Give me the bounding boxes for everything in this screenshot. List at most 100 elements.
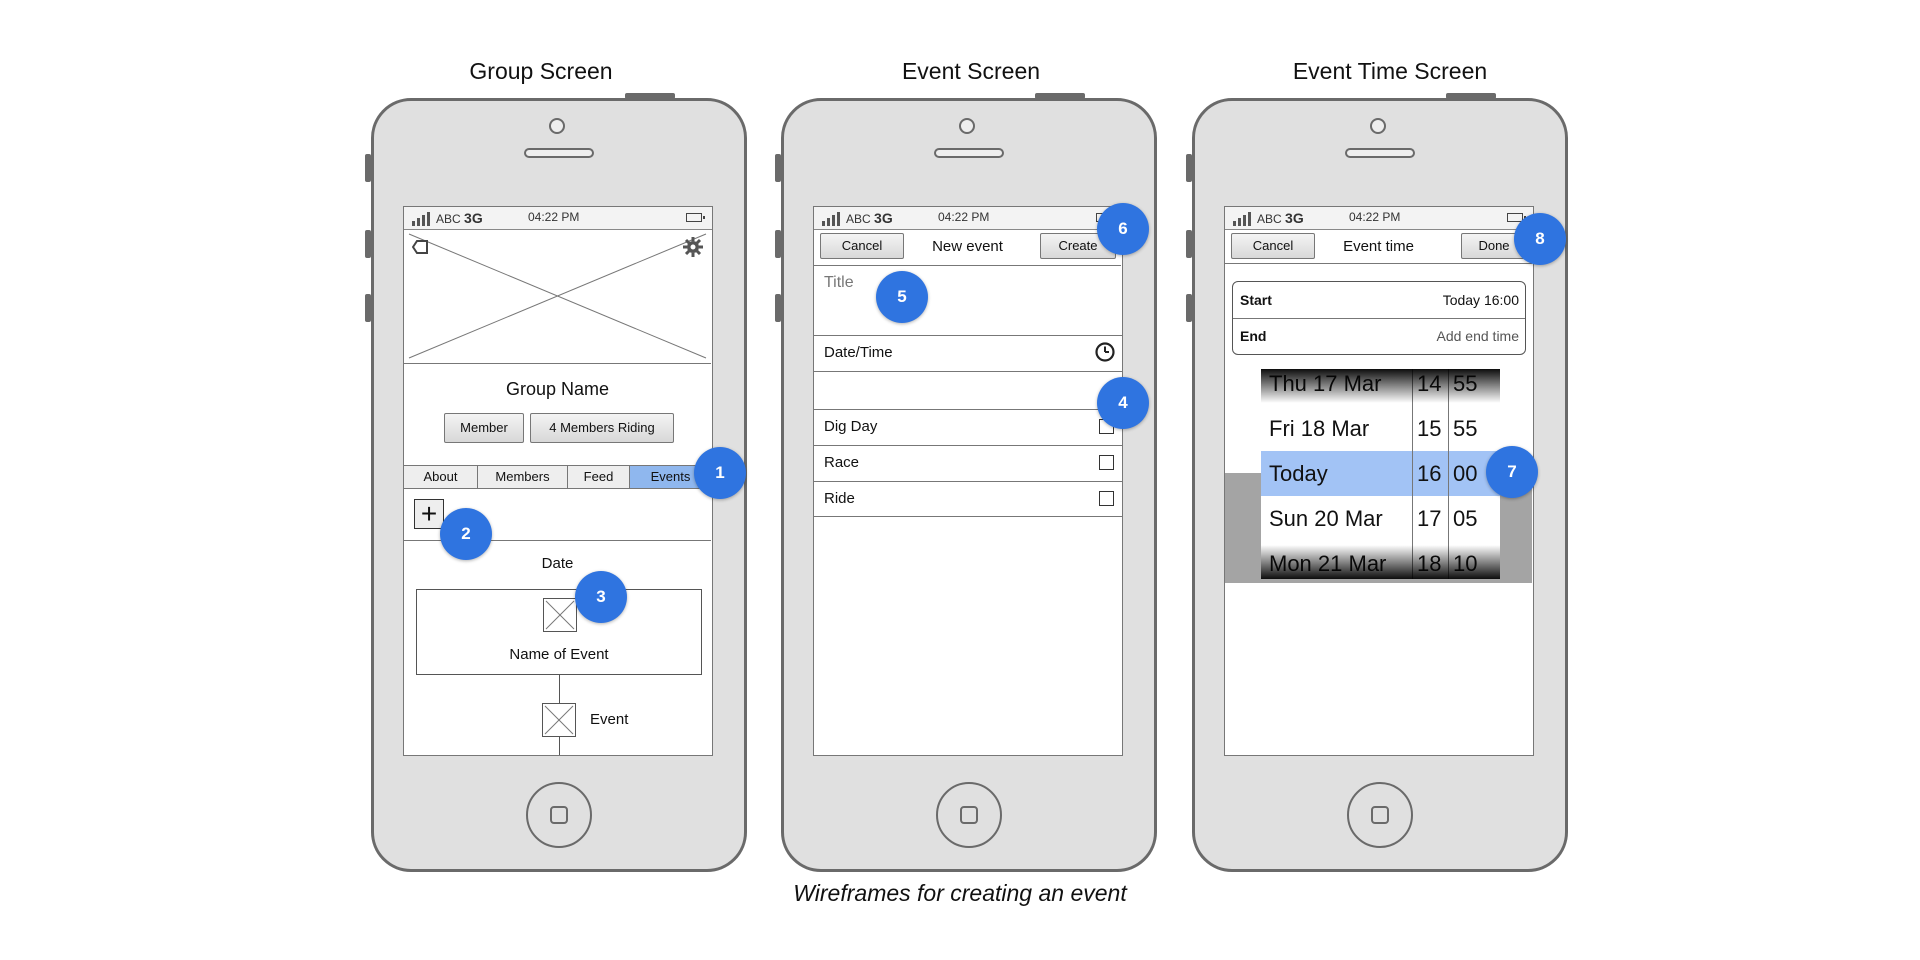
gear-icon[interactable]: [681, 235, 705, 259]
members-riding-button[interactable]: 4 Members Riding: [530, 413, 674, 443]
front-camera: [959, 118, 975, 134]
end-value: Add end time: [1436, 328, 1520, 344]
group-screen-title: Group Screen: [469, 58, 613, 84]
status-time: 04:22 PM: [1349, 210, 1401, 224]
member-button[interactable]: Member: [444, 413, 524, 443]
event-screen-title: Event Screen: [901, 58, 1041, 84]
marker-4: 4: [1097, 377, 1149, 429]
picker-minute: 05: [1453, 506, 1478, 531]
front-camera: [549, 118, 565, 134]
nav-title: Event time: [1343, 238, 1414, 255]
nav-bar: Cancel Event time Done: [1225, 229, 1532, 264]
earpiece-speaker: [1345, 148, 1415, 158]
volume-down-button: [365, 294, 371, 322]
picker-hour: 18: [1417, 551, 1442, 576]
date-label: Date: [541, 555, 574, 572]
picker-day: Mon 21 Mar: [1269, 551, 1387, 576]
tab-members[interactable]: Members: [478, 466, 568, 488]
option-race[interactable]: Race: [814, 445, 1122, 482]
marker-3: 3: [575, 571, 627, 623]
home-button[interactable]: [936, 782, 1002, 848]
status-bar: ABC 3G 04:22 PM: [1225, 207, 1533, 230]
status-bar: ABC 3G 04:22 PM: [404, 207, 712, 230]
signal-icon: [412, 212, 430, 226]
marker-6: 6: [1097, 203, 1149, 255]
header-image-placeholder: [404, 229, 711, 364]
marker-2: 2: [440, 508, 492, 560]
marker-1: 1: [694, 447, 746, 499]
picker-hour: 15: [1417, 416, 1442, 441]
start-label: Start: [1240, 292, 1272, 308]
volume-up-button: [365, 230, 371, 258]
group-tabs: About Members Feed Events: [404, 465, 711, 489]
event-item-label: Event: [590, 711, 629, 728]
option-label: Dig Day: [824, 418, 878, 435]
status-bar: ABC 3G 04:22 PM: [814, 207, 1122, 230]
group-name: Group Name: [505, 379, 610, 399]
home-button[interactable]: [526, 782, 592, 848]
picker-hour: 14: [1417, 371, 1442, 396]
tab-about[interactable]: About: [404, 466, 478, 488]
datetime-row[interactable]: Date/Time: [814, 335, 1122, 372]
carrier-label: ABC 3G: [846, 210, 893, 226]
picker-day: Fri 18 Mar: [1269, 416, 1370, 441]
home-button[interactable]: [1347, 782, 1413, 848]
picker-day: Sun 20 Mar: [1269, 506, 1383, 531]
volume-up-button: [1186, 230, 1192, 258]
carrier-label: ABC 3G: [1257, 210, 1304, 226]
date-time-picker[interactable]: Thu 17 Mar Fri 18 Mar Today Sun 20 Mar M…: [1261, 369, 1500, 579]
power-button: [625, 93, 675, 99]
marker-5: 5: [876, 271, 928, 323]
option-ride[interactable]: Ride: [814, 481, 1122, 517]
start-row[interactable]: Start Today 16:00: [1233, 282, 1525, 319]
tab-feed[interactable]: Feed: [568, 466, 630, 488]
event-screen: ABC 3G 04:22 PM Cancel New event Create …: [813, 206, 1123, 756]
marker-7: 7: [1486, 446, 1538, 498]
nav-bar: Cancel New event Create: [814, 229, 1121, 266]
picker-minute: 55: [1453, 371, 1478, 396]
picker-hour-selected: 16: [1413, 451, 1448, 496]
signal-icon: [1233, 212, 1251, 226]
cancel-button[interactable]: Cancel: [820, 233, 904, 259]
option-dig-day[interactable]: Dig Day: [814, 409, 1122, 446]
empty-row: [814, 371, 1122, 410]
day-column[interactable]: Thu 17 Mar Fri 18 Mar Today Sun 20 Mar M…: [1261, 369, 1413, 579]
event-time-screen-title: Event Time Screen: [1292, 58, 1488, 84]
checkbox[interactable]: [1099, 455, 1114, 470]
title-field[interactable]: Title: [814, 265, 1122, 336]
start-value: Today 16:00: [1442, 292, 1519, 308]
earpiece-speaker: [934, 148, 1004, 158]
cancel-button[interactable]: Cancel: [1231, 233, 1315, 259]
power-button: [1035, 93, 1085, 99]
earpiece-speaker: [524, 148, 594, 158]
hour-column[interactable]: 14 15 16 17 18: [1413, 369, 1449, 579]
front-camera: [1370, 118, 1386, 134]
picker-minute: 55: [1453, 416, 1478, 441]
picker-minute: 10: [1453, 551, 1478, 576]
add-event-button[interactable]: +: [414, 499, 444, 529]
nav-title: New event: [932, 238, 1003, 255]
datetime-label: Date/Time: [824, 344, 893, 361]
carrier-label: ABC 3G: [436, 210, 483, 226]
status-time: 04:22 PM: [528, 210, 580, 224]
picker-day: Thu 17 Mar: [1269, 371, 1382, 396]
figure-caption: Wireframes for creating an event: [793, 880, 1127, 906]
end-label: End: [1240, 328, 1267, 344]
battery-icon: [686, 213, 705, 222]
volume-up-button: [775, 230, 781, 258]
option-label: Ride: [824, 490, 855, 507]
back-tag-icon[interactable]: [412, 237, 434, 259]
title-placeholder: Title: [824, 274, 854, 291]
mute-switch: [365, 154, 371, 182]
end-row[interactable]: End Add end time: [1233, 318, 1525, 354]
option-label: Race: [824, 454, 860, 471]
start-end-box: Start Today 16:00 End Add end time: [1232, 281, 1526, 355]
volume-down-button: [775, 294, 781, 322]
group-phone: ABC 3G 04:22 PM Group Name Member 4 Memb…: [365, 93, 747, 872]
status-time: 04:22 PM: [938, 210, 990, 224]
clock-icon: [1095, 342, 1115, 362]
event-card[interactable]: Name of Event: [416, 589, 702, 675]
checkbox[interactable]: [1099, 491, 1114, 506]
mute-switch: [1186, 154, 1192, 182]
picker-day-selected: Today: [1261, 451, 1412, 496]
